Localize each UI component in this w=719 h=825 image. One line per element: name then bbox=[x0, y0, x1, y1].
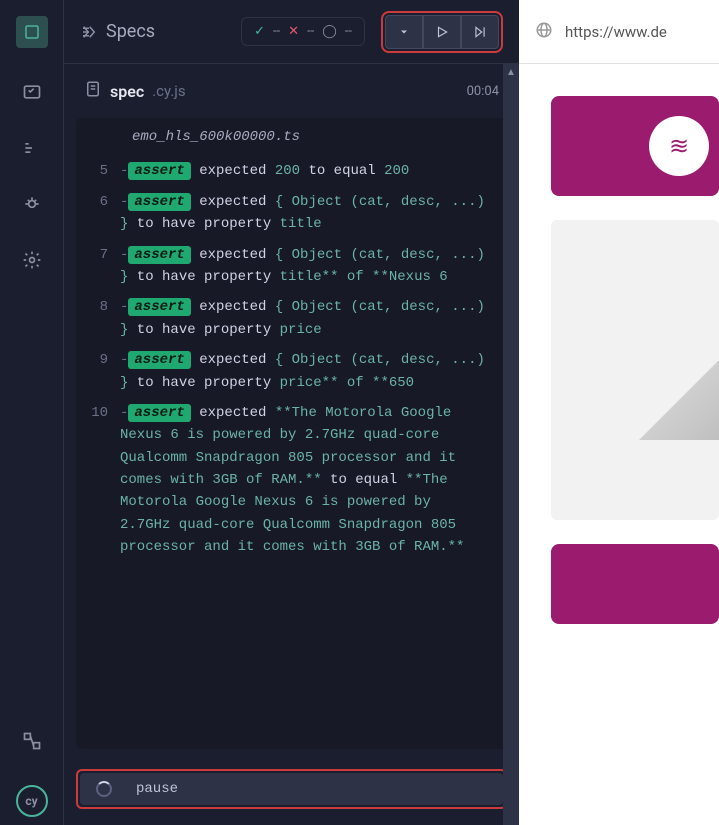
file-icon bbox=[84, 80, 102, 102]
x-icon: ✕ bbox=[288, 24, 299, 39]
log-body: -assert expected { Object (cat, desc, ..… bbox=[120, 296, 495, 341]
spec-ext: .cy.js bbox=[152, 82, 185, 100]
main-panel: Specs ✓ -- ✕ -- ◯ -- spec .cy.js 0 bbox=[64, 0, 519, 825]
top-bar: Specs ✓ -- ✕ -- ◯ -- bbox=[64, 0, 519, 64]
preview-footer bbox=[551, 544, 719, 624]
log-line-number: 6 bbox=[88, 191, 120, 236]
assert-tag: assert bbox=[128, 193, 190, 211]
assert-tag: assert bbox=[128, 298, 190, 316]
spec-header[interactable]: spec .cy.js 00:04 bbox=[64, 64, 519, 118]
specs-breadcrumb[interactable]: Specs bbox=[80, 21, 155, 42]
playback-controls bbox=[381, 11, 503, 53]
spinner-icon bbox=[96, 781, 112, 797]
step-button[interactable] bbox=[461, 15, 499, 49]
log-line-number: 9 bbox=[88, 349, 120, 394]
log-body: -assert expected { Object (cat, desc, ..… bbox=[120, 244, 495, 289]
spec-name: spec bbox=[110, 82, 144, 101]
pass-count: -- bbox=[273, 24, 280, 39]
log-body: -assert expected { Object (cat, desc, ..… bbox=[120, 191, 495, 236]
log-body: -assert expected **The Motorola Google N… bbox=[120, 402, 495, 559]
collapse-icon bbox=[80, 23, 98, 41]
assert-tag: assert bbox=[128, 404, 190, 422]
assert-tag: assert bbox=[128, 162, 190, 180]
pending-icon: ◯ bbox=[322, 24, 337, 39]
pending-count: -- bbox=[345, 24, 352, 39]
log-row[interactable]: 8-assert expected { Object (cat, desc, .… bbox=[76, 292, 507, 345]
log-line-number: 8 bbox=[88, 296, 120, 341]
play-icon bbox=[435, 25, 449, 39]
specs-title: Specs bbox=[106, 21, 155, 42]
log-body: -assert expected { Object (cat, desc, ..… bbox=[120, 349, 495, 394]
nav-runs-icon[interactable] bbox=[20, 80, 44, 104]
app-preview: https://www.de ≋ bbox=[519, 0, 719, 825]
log-line-number: 10 bbox=[88, 402, 120, 559]
preview-logo-icon: ≋ bbox=[649, 116, 709, 176]
log-row[interactable]: 7-assert expected { Object (cat, desc, .… bbox=[76, 240, 507, 293]
fail-count: -- bbox=[307, 24, 314, 39]
assert-tag: assert bbox=[128, 246, 190, 264]
run-stats: ✓ -- ✕ -- ◯ -- bbox=[241, 17, 365, 46]
assert-tag: assert bbox=[128, 351, 190, 369]
globe-icon bbox=[535, 21, 553, 43]
preview-shadow bbox=[639, 360, 719, 440]
pause-row[interactable]: pause bbox=[80, 773, 503, 805]
nav-integration-icon[interactable] bbox=[20, 729, 44, 753]
pause-highlight: pause bbox=[76, 769, 507, 809]
log-line-number: 5 bbox=[88, 160, 120, 182]
url-text[interactable]: https://www.de bbox=[565, 23, 667, 41]
preview-product bbox=[551, 220, 719, 520]
cypress-logo[interactable]: cy bbox=[16, 785, 48, 817]
spec-time: 00:04 bbox=[467, 84, 499, 99]
log-line-number: 7 bbox=[88, 244, 120, 289]
nav-settings-icon[interactable] bbox=[20, 248, 44, 272]
command-log[interactable]: emo_hls_600k00000.ts 5-assert expected 2… bbox=[76, 118, 507, 749]
pause-label: pause bbox=[136, 781, 178, 797]
check-icon: ✓ bbox=[254, 24, 265, 39]
log-row[interactable]: 9-assert expected { Object (cat, desc, .… bbox=[76, 345, 507, 398]
url-bar: https://www.de bbox=[519, 0, 719, 64]
log-row[interactable]: 10-assert expected **The Motorola Google… bbox=[76, 398, 507, 563]
dropdown-button[interactable] bbox=[385, 15, 423, 49]
nav-debug-icon[interactable] bbox=[20, 192, 44, 216]
play-button[interactable] bbox=[423, 15, 461, 49]
log-preamble: emo_hls_600k00000.ts bbox=[76, 126, 507, 156]
preview-banner: ≋ bbox=[551, 96, 719, 196]
chevron-down-icon bbox=[398, 26, 410, 38]
nav-list-icon[interactable] bbox=[20, 136, 44, 160]
scroll-up-icon[interactable]: ▲ bbox=[503, 64, 519, 80]
left-nav-rail: cy bbox=[0, 0, 64, 825]
nav-specs-icon[interactable] bbox=[16, 16, 48, 48]
scrollbar[interactable]: ▲ bbox=[503, 64, 519, 825]
log-row[interactable]: 6-assert expected { Object (cat, desc, .… bbox=[76, 187, 507, 240]
step-icon bbox=[473, 25, 487, 39]
log-row[interactable]: 5-assert expected 200 to equal 200 bbox=[76, 156, 507, 186]
log-body: -assert expected 200 to equal 200 bbox=[120, 160, 495, 182]
